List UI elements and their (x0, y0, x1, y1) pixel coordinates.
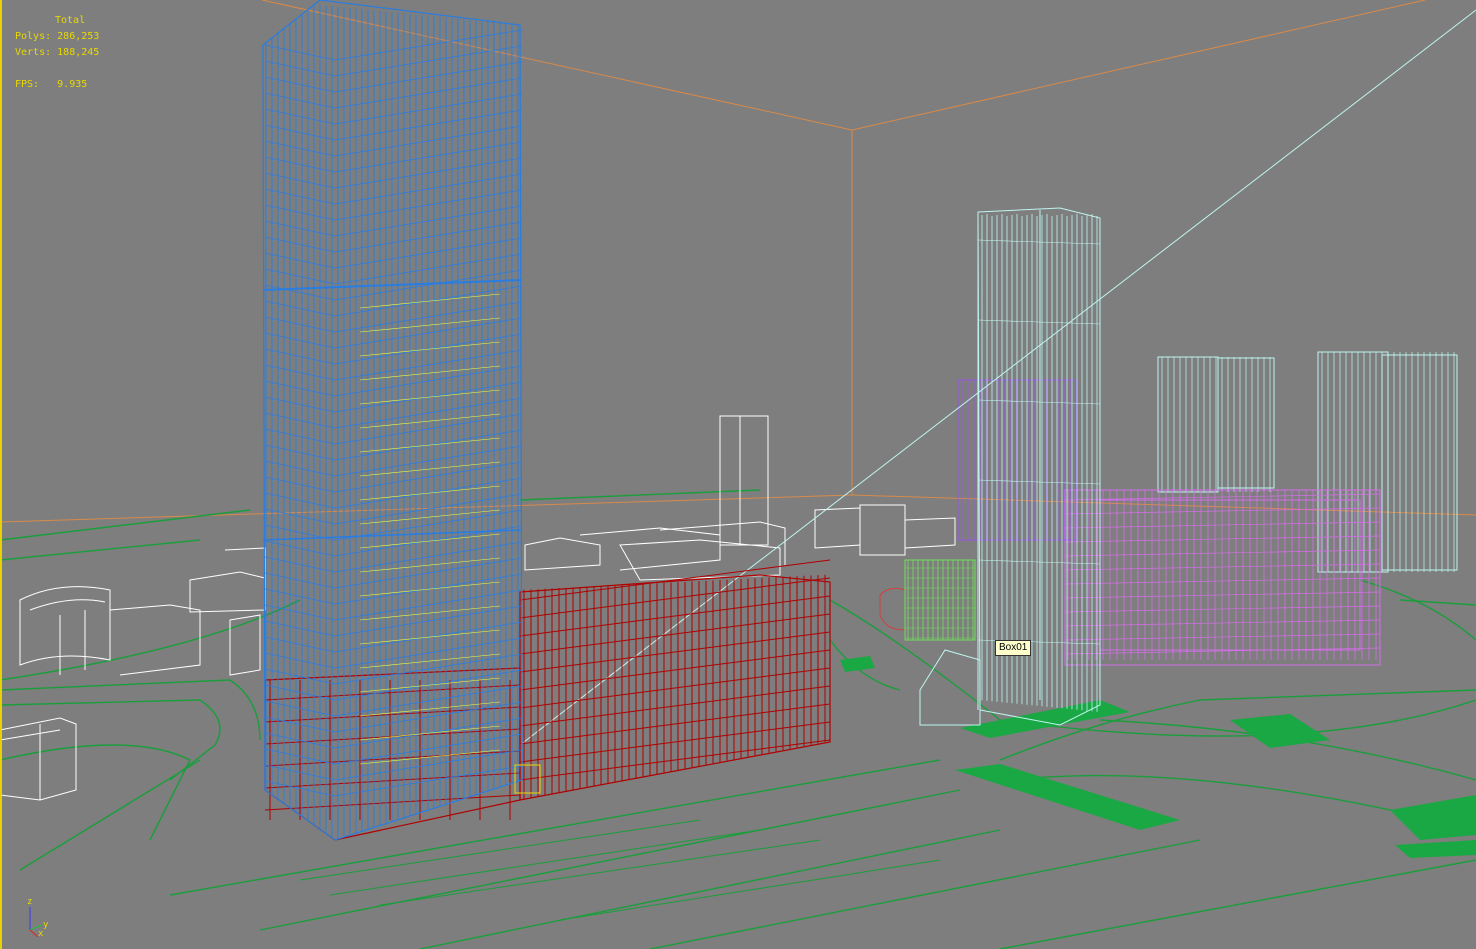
fps-label: FPS: (15, 79, 40, 90)
verts-value: 188,245 (57, 47, 100, 58)
perspective-viewport[interactable]: Total Polys: 286,253 Verts: 188,245 FPS:… (0, 0, 1476, 949)
object-name-tooltip: Box01 (995, 640, 1032, 656)
polys-value: 286,253 (57, 31, 100, 42)
axis-y-label: y (43, 920, 49, 930)
stats-spacer (15, 61, 99, 77)
active-viewport-border (0, 0, 2, 949)
verts-label: Verts: (15, 47, 52, 58)
wireframe-scene[interactable] (0, 0, 1476, 949)
stats-verts: Verts: 188,245 (15, 45, 99, 61)
stats-title: Total (55, 15, 86, 26)
axis-tripod-icon: z y x (22, 895, 62, 940)
polys-label: Polys: (15, 31, 52, 42)
stats-polys: Polys: 286,253 (15, 29, 99, 45)
axis-x-label: x (38, 929, 44, 939)
axis-z-label: z (27, 897, 33, 907)
stats-fps: FPS: 9.935 (15, 77, 99, 93)
viewport-statistics: Total Polys: 286,253 Verts: 188,245 FPS:… (15, 13, 99, 93)
fps-value: 9.935 (57, 79, 88, 90)
